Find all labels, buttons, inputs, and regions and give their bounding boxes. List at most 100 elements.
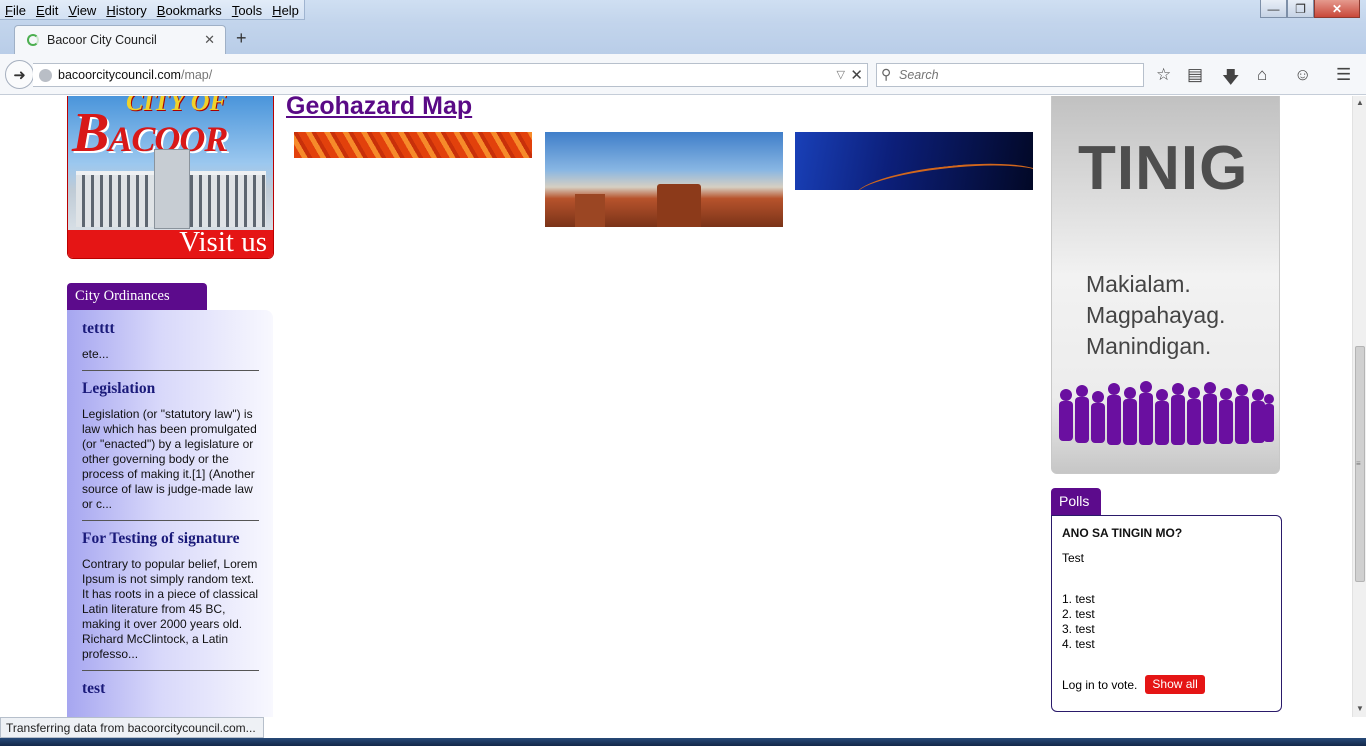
orange-petals-image[interactable] <box>294 132 532 158</box>
ordinance-excerpt: Contrary to popular belief, Lorem Ipsum … <box>82 557 259 661</box>
status-bar: Transferring data from bacoorcitycouncil… <box>0 717 264 738</box>
crowd-silhouette-icon <box>1059 381 1274 445</box>
restore-icon[interactable]: ❐ <box>1287 0 1314 18</box>
os-taskbar <box>0 738 1366 746</box>
new-tab-icon[interactable]: + <box>236 28 247 49</box>
scroll-down-icon[interactable]: ▼ <box>1356 704 1364 713</box>
page-content: CITY OF BACOOR Visit us City Ordinances … <box>0 96 1352 717</box>
visit-us-strip: Visit us <box>68 226 273 258</box>
poll-question: ANO SA TINGIN MO? <box>1062 526 1183 540</box>
reading-list-icon[interactable]: ▤ <box>1187 65 1203 85</box>
menu-bar: File Edit View History Bookmarks Tools H… <box>0 0 1366 22</box>
home-icon[interactable]: ⌂ <box>1257 65 1267 85</box>
menu-edit[interactable]: Edit <box>31 0 63 19</box>
url-dropdown-icon[interactable]: ▽ <box>837 68 845 81</box>
navigation-bar: ➜ bacoorcitycouncil.com/map/ ▽ ✕ ⚲ ☆ ▤ 🡇… <box>0 54 1366 95</box>
ordinance-excerpt: ete... <box>82 347 109 361</box>
desert-buttes-image[interactable] <box>545 132 783 227</box>
login-to-vote-text: Log in to vote. <box>1062 677 1138 692</box>
slogan-line: Makialam. <box>1086 271 1191 297</box>
menu-bookmarks-label: ookmarks <box>165 3 222 18</box>
menu-history-label: istory <box>115 3 147 18</box>
polls-tab: Polls <box>1051 488 1101 515</box>
ordinance-excerpt: Legislation (or "statutory law") is law … <box>82 407 257 511</box>
tab-strip: Bacoor City Council ✕ + <box>0 22 1366 54</box>
slogan-line: Magpahayag. <box>1086 302 1226 328</box>
polls-panel: ANO SA TINGIN MO? Test 1. test 2. test 3… <box>1051 515 1282 712</box>
tinig-banner[interactable]: TINIG Makialam. Magpahayag. Manindigan. <box>1051 96 1280 474</box>
url-path: /map/ <box>180 68 213 82</box>
tab-bacoor-city-council[interactable]: Bacoor City Council ✕ <box>14 25 226 54</box>
globe-icon <box>39 69 52 82</box>
logo-bacoor-initial: B <box>72 102 109 164</box>
butte-shape <box>657 184 701 227</box>
menu-file[interactable]: File <box>0 0 31 19</box>
scrollbar-grip-icon: ≡ <box>1356 459 1361 468</box>
city-hall-image <box>76 149 266 229</box>
close-window-icon[interactable]: ✕ <box>1314 0 1360 18</box>
poll-description: Test <box>1062 551 1085 565</box>
list-item: For Testing of signature Contrary to pop… <box>82 530 259 671</box>
logo-bacoor: BACOOR <box>72 101 228 165</box>
wave-line <box>853 156 1033 190</box>
bookmark-star-icon[interactable]: ☆ <box>1156 65 1171 85</box>
window-controls: — ❐ ✕ <box>1260 0 1360 18</box>
url-text: bacoorcitycouncil.com/map/ <box>58 68 212 82</box>
list-item: test <box>82 680 259 715</box>
visit-bacoor-banner[interactable]: CITY OF BACOOR Visit us <box>67 96 274 259</box>
geohazard-map-title[interactable]: Geohazard Map <box>286 96 472 121</box>
city-ordinances-list: tetttt ete... Legislation Legislation (o… <box>67 310 273 717</box>
tinig-slogan: Makialam. Magpahayag. Manindigan. <box>1086 269 1225 362</box>
vertical-scrollbar[interactable]: ▲ ≡ ▼ <box>1352 96 1366 717</box>
city-hall-tower <box>154 149 190 229</box>
hamburger-menu-icon[interactable]: ☰ <box>1336 65 1351 85</box>
scroll-up-icon[interactable]: ▲ <box>1356 98 1364 107</box>
ordinance-title[interactable]: Legislation <box>82 380 259 398</box>
downloads-icon[interactable]: 🡇 <box>1222 65 1239 94</box>
menu-history-accel: H <box>106 3 116 18</box>
ordinance-title[interactable]: test <box>82 680 259 698</box>
poll-options: 1. test 2. test 3. test 4. test <box>1062 592 1271 652</box>
poll-option: 1. test <box>1062 592 1095 606</box>
menu-bookmarks[interactable]: Bookmarks <box>152 0 227 19</box>
chat-icon[interactable]: ☺ <box>1294 65 1311 85</box>
stop-loading-icon[interactable]: ✕ <box>850 66 863 84</box>
search-icon: ⚲ <box>881 66 892 82</box>
back-arrow-icon[interactable]: ➜ <box>5 60 34 89</box>
menu-file-label: ile <box>12 3 26 18</box>
show-all-button[interactable]: Show all <box>1145 675 1205 694</box>
search-box[interactable]: ⚲ <box>876 63 1144 87</box>
ordinance-title[interactable]: For Testing of signature <box>82 530 259 548</box>
poll-option: 2. test <box>1062 607 1095 621</box>
address-bar[interactable]: bacoorcitycouncil.com/map/ ▽ ✕ <box>33 63 868 87</box>
poll-option: 3. test <box>1062 622 1095 636</box>
menu-file-accel: F <box>5 3 13 18</box>
blue-wave-image[interactable] <box>795 132 1033 190</box>
search-input[interactable] <box>899 67 1129 83</box>
menu-help-accel: H <box>272 3 282 18</box>
slogan-line: Manindigan. <box>1086 333 1212 359</box>
tab-title: Bacoor City Council <box>47 33 157 47</box>
menu-help[interactable]: Help <box>267 0 304 19</box>
butte-shape <box>575 194 605 227</box>
visit-us-label: Visit us <box>179 226 267 258</box>
menu-view[interactable]: View <box>63 0 101 19</box>
menu-view-accel: V <box>68 3 77 18</box>
menu-help-label: elp <box>281 3 299 18</box>
menu-history[interactable]: History <box>101 0 151 19</box>
menu-view-label: iew <box>76 3 97 18</box>
poll-option: 4. test <box>1062 637 1095 651</box>
menu-edit-label: dit <box>44 3 59 18</box>
tinig-heading: TINIG <box>1078 134 1249 203</box>
list-item: Legislation Legislation (or "statutory l… <box>82 380 259 521</box>
menu-list: File Edit View History Bookmarks Tools H… <box>0 0 305 20</box>
city-ordinances-tab: City Ordinances <box>67 283 207 310</box>
menu-tools[interactable]: Tools <box>227 0 267 19</box>
list-item: tetttt ete... <box>82 320 259 371</box>
close-tab-icon[interactable]: ✕ <box>204 32 215 48</box>
poll-footer: Log in to vote. Show all <box>1062 675 1205 694</box>
ordinance-title[interactable]: tetttt <box>82 320 259 338</box>
url-host: bacoorcitycouncil.com <box>58 68 181 82</box>
menu-edit-accel: E <box>35 3 45 18</box>
minimize-icon[interactable]: — <box>1260 0 1287 18</box>
